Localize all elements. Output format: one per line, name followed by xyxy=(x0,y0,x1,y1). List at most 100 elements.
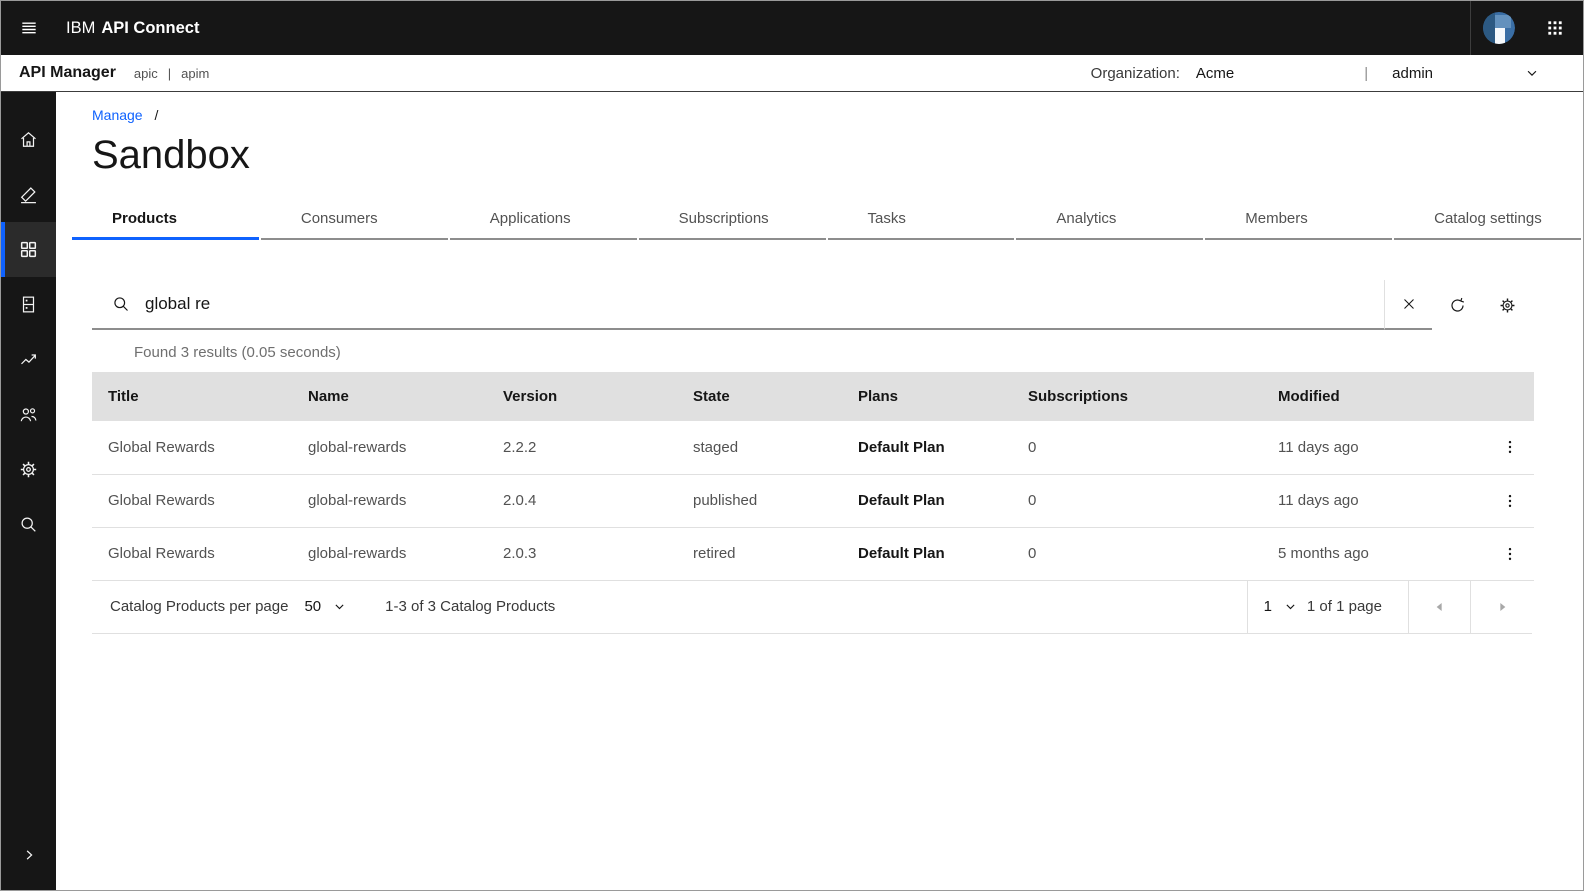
body-row: Manage / Sandbox Products Consumers Appl… xyxy=(1,92,1583,890)
edit-icon xyxy=(20,187,36,204)
column-header-version: Version xyxy=(487,372,677,421)
sidebar-item-analytics[interactable] xyxy=(1,332,56,387)
tab-consumers[interactable]: Consumers xyxy=(260,200,448,240)
products-panel: Found 3 results (0.05 seconds) Title Nam… xyxy=(92,280,1534,634)
app-switcher-button[interactable] xyxy=(1527,1,1583,55)
column-header-title: Title xyxy=(92,372,292,421)
cell-name: global-rewards xyxy=(292,474,487,528)
table-row[interactable]: Global Rewards global-rewards 2.0.3 reti… xyxy=(92,527,1534,581)
product-brand: IBM API Connect xyxy=(66,1,199,55)
hamburger-menu-button[interactable] xyxy=(1,1,56,55)
cell-modified: 11 days ago xyxy=(1262,474,1486,528)
cell-title: Global Rewards xyxy=(92,527,292,581)
tab-catalog-settings[interactable]: Catalog settings xyxy=(1394,200,1581,240)
people-icon xyxy=(20,408,37,422)
chevron-down-icon xyxy=(1286,604,1295,610)
env-divider: | xyxy=(167,65,172,81)
env-apim: apim xyxy=(181,65,210,81)
per-page-select[interactable]: 50 xyxy=(304,598,346,615)
sidebar-item-home[interactable] xyxy=(1,112,56,167)
cell-plans: Default Plan xyxy=(842,474,1012,528)
cell-version: 2.0.4 xyxy=(487,474,677,528)
items-range-text: 1-3 of 3 Catalog Products xyxy=(385,598,556,615)
per-page-value: 50 xyxy=(304,598,322,615)
cell-state: published xyxy=(677,474,842,528)
home-icon xyxy=(21,131,36,147)
user-avatar-button[interactable] xyxy=(1471,1,1527,55)
left-nav-rail xyxy=(1,92,56,890)
cell-version: 2.2.2 xyxy=(487,421,677,475)
hamburger-menu-icon xyxy=(21,22,36,34)
tab-applications[interactable]: Applications xyxy=(449,200,637,240)
page-number-value: 1 xyxy=(1263,598,1272,615)
sidebar-item-settings[interactable] xyxy=(1,442,56,497)
refresh-button[interactable] xyxy=(1432,280,1482,330)
refresh-icon xyxy=(1450,297,1464,312)
organization-value[interactable]: Acme xyxy=(1196,65,1234,82)
tab-tasks[interactable]: Tasks xyxy=(827,200,1015,240)
kebab-menu-icon xyxy=(1508,547,1512,560)
breadcrumb-separator: / xyxy=(154,107,159,123)
org-user-divider: | xyxy=(1364,64,1369,82)
catalog-tabs: Products Consumers Applications Subscrip… xyxy=(72,200,1583,240)
pagination-bar: Catalog Products per page 50 1-3 of 3 Ca… xyxy=(92,580,1532,634)
grid-icon xyxy=(20,241,37,258)
search-input[interactable] xyxy=(145,280,1384,328)
sub-header-bar: API Manager apic | apim Organization: Ac… xyxy=(1,55,1583,92)
column-header-state: State xyxy=(677,372,842,421)
table-row[interactable]: Global Rewards global-rewards 2.0.4 publ… xyxy=(92,474,1534,528)
catalog-icon xyxy=(22,296,35,313)
tab-analytics[interactable]: Analytics xyxy=(1016,200,1204,240)
cell-plans: Default Plan xyxy=(842,421,1012,475)
cell-modified: 5 months ago xyxy=(1262,527,1486,581)
cell-plans: Default Plan xyxy=(842,527,1012,581)
search-results-summary: Found 3 results (0.05 seconds) xyxy=(134,344,341,361)
cell-title: Global Rewards xyxy=(92,474,292,528)
search-field xyxy=(92,280,1384,330)
app-title: API Manager xyxy=(19,64,116,81)
previous-page-button[interactable] xyxy=(1408,580,1470,633)
sidebar-item-edit[interactable] xyxy=(1,167,56,222)
sidebar-item-community[interactable] xyxy=(1,387,56,442)
environment-labels: apic | apim xyxy=(134,66,209,81)
user-menu-button[interactable]: admin xyxy=(1392,65,1539,82)
main-content: Manage / Sandbox Products Consumers Appl… xyxy=(56,92,1583,890)
sidebar-expand-button[interactable] xyxy=(1,827,56,882)
cell-subscriptions: 0 xyxy=(1012,474,1262,528)
column-header-actions xyxy=(1486,372,1534,421)
sidebar-item-catalog[interactable] xyxy=(1,277,56,332)
row-overflow-menu-button[interactable] xyxy=(1494,485,1526,517)
column-header-modified: Modified xyxy=(1262,372,1486,421)
tab-members[interactable]: Members xyxy=(1205,200,1393,240)
page-count-text: 1 of 1 page xyxy=(1306,598,1382,615)
cell-subscriptions: 0 xyxy=(1012,421,1262,475)
next-page-button[interactable] xyxy=(1470,580,1532,633)
column-header-name: Name xyxy=(292,372,487,421)
page-nav-area: 1 1 of 1 page xyxy=(1246,580,1532,633)
sidebar-item-search[interactable] xyxy=(1,497,56,552)
chevron-right-icon xyxy=(26,849,33,860)
cell-state: retired xyxy=(677,527,842,581)
caret-right-icon xyxy=(1499,602,1505,611)
table-header-row: Title Name Version State Plans Subscript… xyxy=(92,372,1534,421)
page-number-select[interactable]: 1 xyxy=(1248,581,1307,633)
chevron-down-icon xyxy=(335,604,344,610)
cell-name: global-rewards xyxy=(292,527,487,581)
table-row[interactable]: Global Rewards global-rewards 2.2.2 stag… xyxy=(92,421,1534,475)
clear-search-button[interactable] xyxy=(1384,280,1432,330)
cell-version: 2.0.3 xyxy=(487,527,677,581)
cell-modified: 11 days ago xyxy=(1262,421,1486,475)
table-toolbar xyxy=(92,280,1532,330)
organization-area: Organization: Acme | admin xyxy=(1091,65,1539,82)
table-settings-button[interactable] xyxy=(1482,280,1532,330)
tab-subscriptions[interactable]: Subscriptions xyxy=(638,200,826,240)
column-header-plans: Plans xyxy=(842,372,1012,421)
settings-icon xyxy=(20,461,37,478)
per-page-area: Catalog Products per page 50 1-3 of 3 Ca… xyxy=(92,581,555,633)
row-overflow-menu-button[interactable] xyxy=(1494,538,1526,570)
tab-products[interactable]: Products xyxy=(72,200,259,240)
row-overflow-menu-button[interactable] xyxy=(1494,431,1526,463)
breadcrumb-manage-link[interactable]: Manage xyxy=(92,107,143,123)
sidebar-item-manage[interactable] xyxy=(1,222,56,277)
